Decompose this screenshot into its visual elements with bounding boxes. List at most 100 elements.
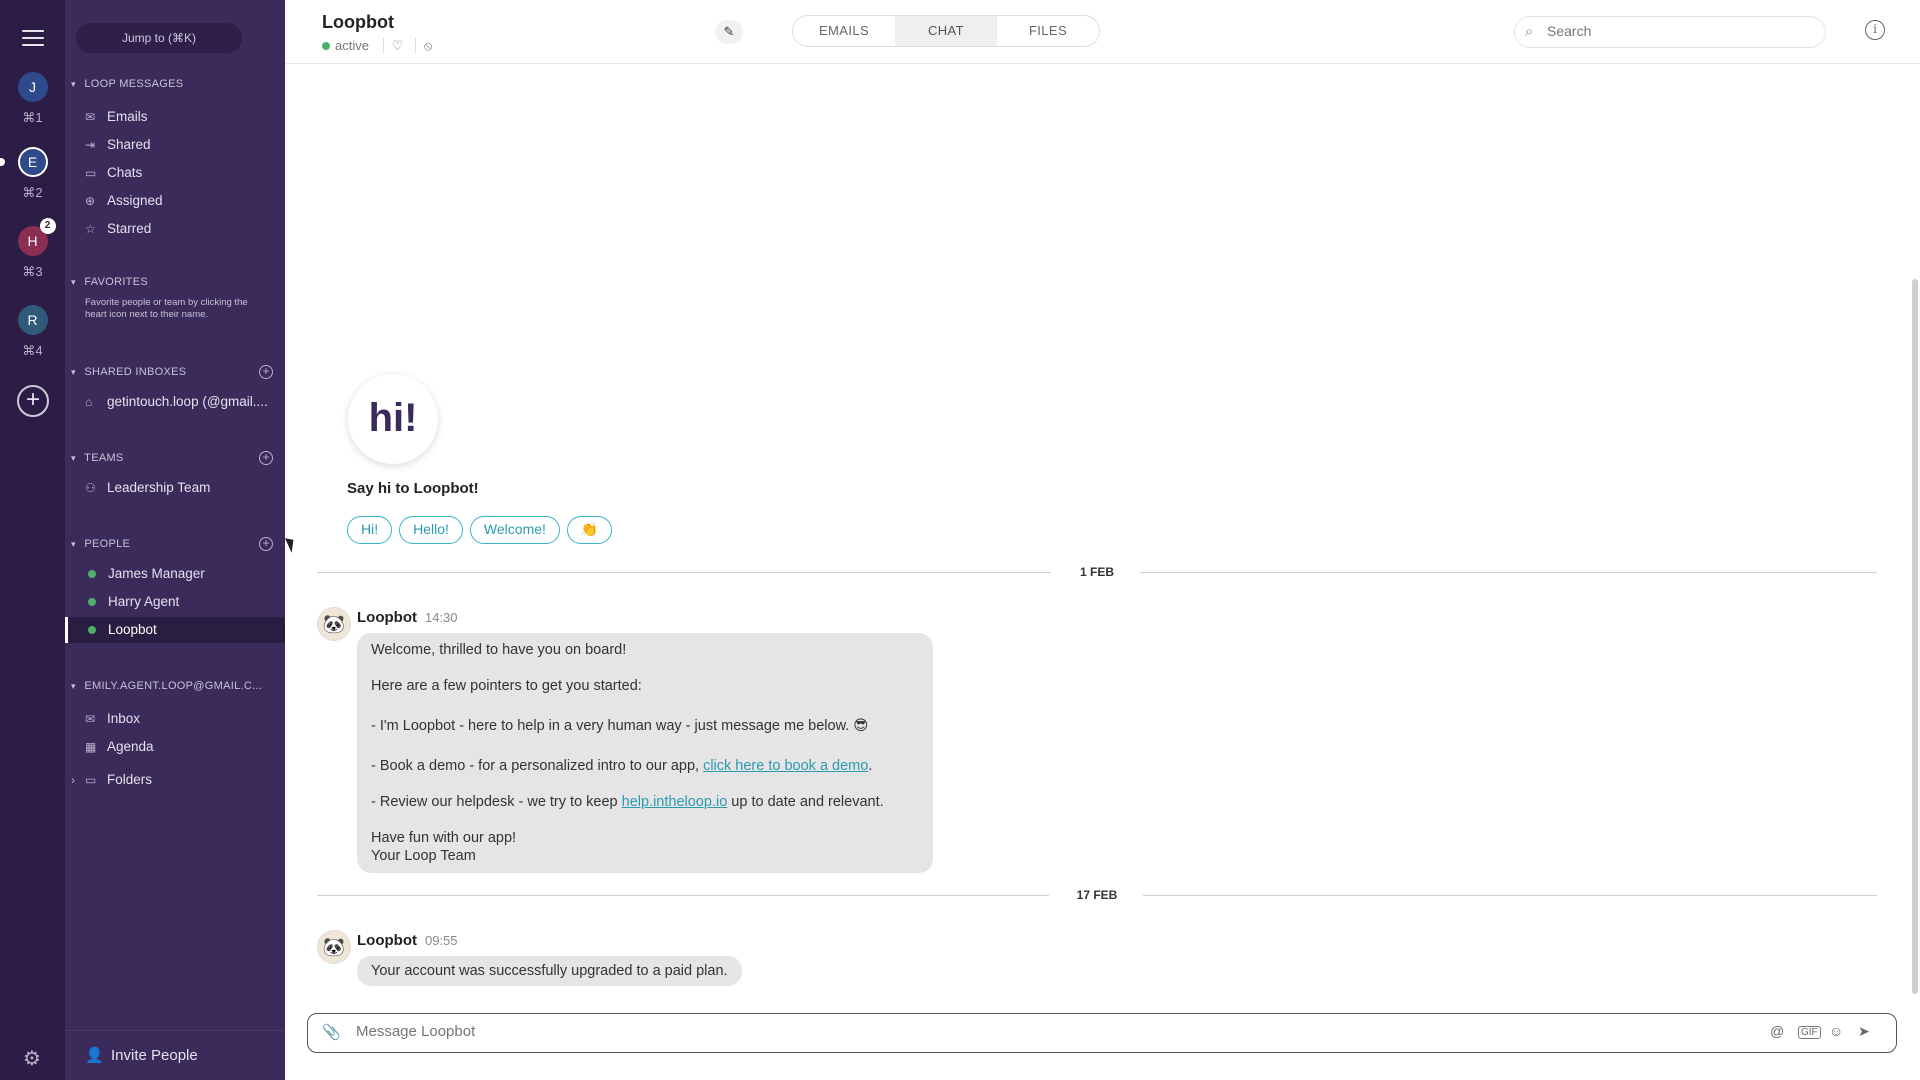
inbox-icon: ✉ <box>85 712 96 726</box>
message-time: 14:30 <box>424 610 458 625</box>
account-switcher-r[interactable]: R ⌘4 <box>0 305 65 359</box>
message-text: Here are a few pointers to get you start… <box>371 678 642 694</box>
message-text: Welcome, thrilled to have you on board! <box>371 642 627 658</box>
chat-scrollbar[interactable] <box>1912 279 1918 994</box>
search-input[interactable] <box>1547 23 1807 39</box>
menu-icon[interactable] <box>22 30 44 51</box>
quick-reply-clap[interactable]: 👏 <box>566 516 613 544</box>
sidebar-item-inbox[interactable]: ✉ Inbox <box>65 706 285 732</box>
quick-reply-welcome[interactable]: Welcome! <box>469 516 560 544</box>
page-title: Loopbot <box>322 12 394 32</box>
tab-chat[interactable]: CHAT <box>895 16 997 46</box>
book-demo-link[interactable]: click here to book a demo <box>703 758 868 774</box>
online-indicator <box>88 626 96 634</box>
message-text: - Review our helpdesk - we try to keep h… <box>371 794 884 810</box>
unread-badge: 2 <box>39 218 56 234</box>
chevron-down-icon: ▾ <box>71 367 76 377</box>
message-bubble: Your account was successfully upgraded t… <box>357 956 742 986</box>
add-team-icon[interactable]: + <box>259 451 273 465</box>
avatar: E <box>17 147 48 177</box>
account-rail: J ⌘1 E ⌘2 H2 ⌘3 R ⌘4 + ⚙ <box>0 0 65 1080</box>
sidebar-item-leadership-team[interactable]: ⚇ Leadership Team <box>65 475 285 501</box>
chat-area: hi! Say hi to Loopbot! Hi! Hello! Welcom… <box>285 64 1920 1009</box>
attachment-icon[interactable]: 📎 <box>322 1023 341 1041</box>
favorites-hint: Favorite people or team by clicking the … <box>85 297 248 320</box>
mention-icon[interactable]: @ <box>1770 1023 1784 1039</box>
search-box: ⌕ <box>1514 16 1826 48</box>
gear-icon[interactable]: ⚙ <box>23 1046 41 1071</box>
message-text: Your account was successfully upgraded t… <box>371 963 728 979</box>
sidebar-item-starred[interactable]: ☆ Starred <box>65 216 285 242</box>
section-people[interactable]: ▾ PEOPLE <box>71 538 130 550</box>
add-user-icon: 👤 <box>85 1047 104 1064</box>
calendar-icon: ▦ <box>85 740 97 754</box>
jump-to-button[interactable]: Jump to (⌘K) <box>76 23 242 53</box>
message-text: Your Loop Team <box>371 848 476 864</box>
chevron-down-icon: ▾ <box>71 79 76 89</box>
sidebar-item-chats[interactable]: ▭ Chats <box>65 160 285 186</box>
add-shared-inbox-icon[interactable]: + <box>259 365 273 379</box>
presence-status: active ♡ ⦸ <box>322 38 433 54</box>
section-shared-inboxes[interactable]: ▾ SHARED INBOXES <box>71 366 186 378</box>
sender-name[interactable]: Loopbot <box>357 609 417 626</box>
account-shortcut: ⌘3 <box>22 264 43 279</box>
sidebar-item-loopbot[interactable]: Loopbot <box>65 617 285 643</box>
helpdesk-link[interactable]: help.intheloop.io <box>622 794 728 810</box>
email-icon: ✉ <box>85 110 96 124</box>
invite-people-button[interactable]: 👤 Invite People <box>65 1030 285 1080</box>
chevron-down-icon: ▾ <box>71 539 76 549</box>
send-icon[interactable]: ➤ <box>1858 1023 1870 1040</box>
account-switcher-h[interactable]: H2 ⌘3 <box>0 218 65 280</box>
shared-inbox-icon: ⌂ <box>85 395 93 409</box>
chevron-right-icon: › <box>71 773 75 787</box>
chevron-down-icon: ▾ <box>71 277 76 287</box>
chevron-down-icon: ▾ <box>71 453 76 463</box>
tab-files[interactable]: FILES <box>997 16 1099 46</box>
sidebar-item-shared[interactable]: ⇥ Shared <box>65 132 285 158</box>
compose-button[interactable]: ✎ <box>715 20 743 44</box>
account-switcher-e[interactable]: E ⌘2 <box>0 147 65 201</box>
section-favorites[interactable]: ▾ FAVORITES <box>71 276 148 288</box>
section-loop-messages[interactable]: ▾ LOOP MESSAGES <box>71 78 183 90</box>
avatar[interactable]: 🐼 <box>317 607 351 641</box>
avatar: J <box>17 72 48 102</box>
message-header: Loopbot 09:55 <box>357 932 458 949</box>
sidebar-item-folders[interactable]: › ▭ Folders <box>65 767 285 793</box>
avatar[interactable]: 🐼 <box>317 930 351 964</box>
say-hi-heading: Say hi to Loopbot! <box>347 480 479 497</box>
avatar: H2 <box>17 218 56 256</box>
heart-icon[interactable]: ♡ <box>382 38 404 53</box>
message-input[interactable] <box>356 1023 1656 1040</box>
sidebar-item-james-manager[interactable]: James Manager <box>65 561 285 587</box>
team-icon: ⚇ <box>85 481 96 495</box>
quick-reply-hi[interactable]: Hi! <box>347 516 393 544</box>
tab-emails[interactable]: EMAILS <box>793 16 895 46</box>
shared-icon: ⇥ <box>85 138 96 152</box>
add-account-icon[interactable]: + <box>17 385 49 417</box>
chat-icon: ▭ <box>85 166 97 180</box>
quick-reply-hello[interactable]: Hello! <box>399 516 463 544</box>
section-teams[interactable]: ▾ TEAMS <box>71 452 124 464</box>
sidebar-item-harry-agent[interactable]: Harry Agent <box>65 589 285 615</box>
sidebar: Jump to (⌘K) ▾ LOOP MESSAGES ✉ Emails ⇥ Sh… <box>65 0 285 1080</box>
message-composer: 📎 @ GIF ☺ ➤ <box>307 1013 1897 1053</box>
sender-name[interactable]: Loopbot <box>357 932 417 949</box>
section-account[interactable]: ▾ EMILY.AGENT.LOOP@GMAIL.C... <box>71 680 262 692</box>
account-switcher-j[interactable]: J ⌘1 <box>0 72 65 126</box>
mute-icon[interactable]: ⦸ <box>414 38 433 53</box>
add-person-icon[interactable]: + <box>259 537 273 551</box>
conversation-header: Loopbot active ♡ ⦸ ✎ EMAILS CHAT FILES ⌕… <box>285 0 1920 64</box>
quick-reply-chips: Hi! Hello! Welcome! 👏 <box>347 516 613 544</box>
info-icon[interactable]: i <box>1865 20 1885 40</box>
search-icon: ⌕ <box>1525 23 1534 40</box>
message-text: - I'm Loopbot - here to help in a very h… <box>371 718 869 734</box>
sidebar-item-agenda[interactable]: ▦ Agenda <box>65 734 285 760</box>
gif-icon[interactable]: GIF <box>1798 1026 1821 1039</box>
emoji-icon[interactable]: ☺ <box>1829 1023 1843 1039</box>
message-bubble: Welcome, thrilled to have you on board! … <box>357 633 933 873</box>
sidebar-item-assigned[interactable]: ⊕ Assigned <box>65 188 285 214</box>
sidebar-item-shared-inbox[interactable]: ⌂ getintouch.loop (@gmail.... <box>65 389 285 415</box>
sidebar-item-emails[interactable]: ✉ Emails <box>65 104 285 130</box>
online-indicator <box>88 598 96 606</box>
message-header: Loopbot 14:30 <box>357 609 458 626</box>
